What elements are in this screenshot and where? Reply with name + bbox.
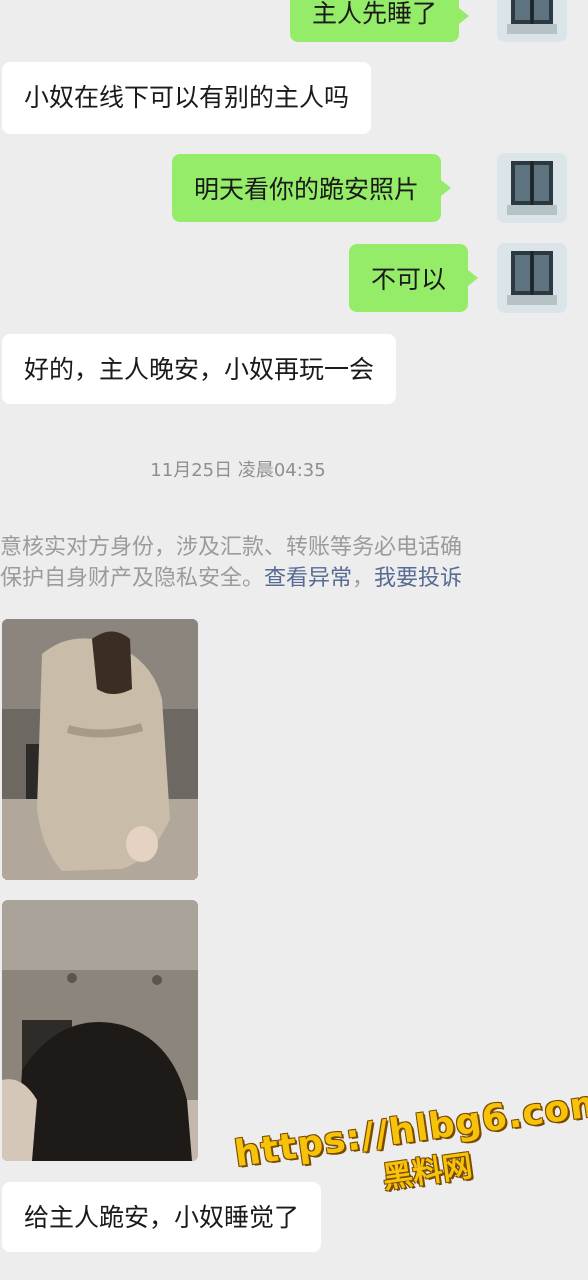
report-link[interactable]: 我要投诉 <box>374 566 462 591</box>
message-text: 小奴在线下可以有别的主人吗 <box>24 83 350 112</box>
user-avatar[interactable] <box>497 243 567 313</box>
sent-message[interactable]: 明天看你的跪安照片 <box>172 154 452 222</box>
photo-message[interactable] <box>2 900 198 1161</box>
chat-timestamp: 11月25日 凌晨04:35 <box>150 460 326 481</box>
sent-message[interactable]: 不可以 <box>349 244 479 312</box>
watermark: https://hlbg6.com 黑料网 <box>232 1082 588 1217</box>
window-landscape-avatar-icon <box>497 0 567 42</box>
window-landscape-avatar-icon <box>497 243 567 313</box>
sent-message[interactable]: 主人先睡了 <box>290 0 470 42</box>
message-text: 不可以 <box>371 265 447 294</box>
security-notice-line2: 保护自身财产及隐私安全。查看异常，我要投诉 <box>0 566 463 591</box>
photo-message[interactable] <box>2 619 198 880</box>
message-text: 主人先睡了 <box>312 0 438 28</box>
message-text: 好的，主人晚安，小奴再玩一会 <box>24 355 375 384</box>
security-notice-line1: 意核实对方身份，涉及汇款、转账等务必电话确 <box>0 535 463 560</box>
window-landscape-avatar-icon <box>497 153 567 223</box>
user-avatar[interactable] <box>497 153 567 223</box>
received-message[interactable]: 小奴在线下可以有别的主人吗 <box>2 62 372 134</box>
message-text: 明天看你的跪安照片 <box>194 175 420 204</box>
photo-robe-image <box>2 619 198 880</box>
received-message[interactable]: 好的，主人晚安，小奴再玩一会 <box>2 334 397 404</box>
user-avatar[interactable] <box>497 0 567 42</box>
photo-hair-image <box>2 900 198 1161</box>
view-exception-link[interactable]: 查看异常 <box>264 566 352 591</box>
